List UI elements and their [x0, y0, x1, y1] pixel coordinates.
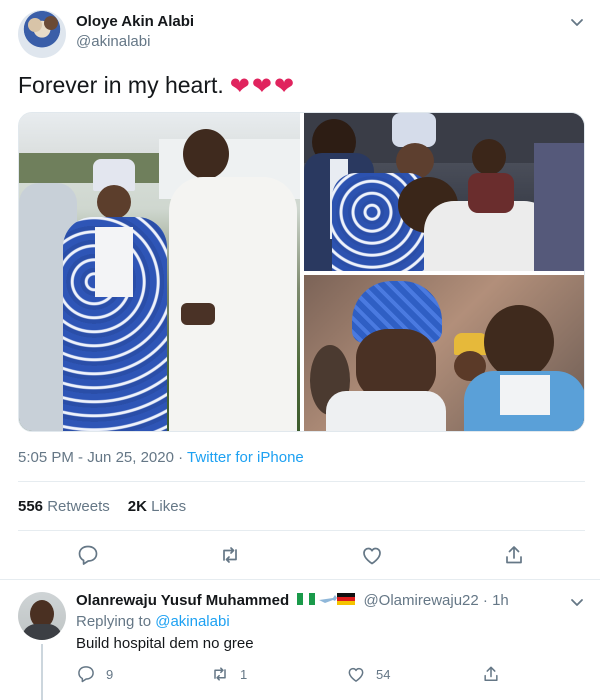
- retweets-label: Retweets: [47, 498, 110, 515]
- chevron-down-icon[interactable]: [567, 12, 587, 32]
- tweet-text-body: Forever in my heart.: [18, 72, 224, 98]
- tweet-actions: [0, 543, 600, 569]
- retweets-stat[interactable]: 556 Retweets: [18, 498, 110, 515]
- avatar-figure: [44, 16, 58, 30]
- reply-author-name[interactable]: Olanrewaju Yusuf Muhammed: [76, 592, 289, 609]
- reply-reply-action[interactable]: 9: [76, 664, 136, 684]
- avatar-figure: [28, 18, 42, 32]
- replying-mention[interactable]: @akinalabi: [155, 613, 229, 630]
- retweet-count: 1: [240, 667, 248, 682]
- reply-text: Build hospital dem no gree: [76, 635, 254, 652]
- tweet-source[interactable]: Twitter for iPhone: [187, 449, 304, 466]
- name-emoji: 🇳🇬✈🇩🇪: [297, 592, 356, 611]
- reply-author-handle[interactable]: @Olamirewaju22: [363, 592, 478, 609]
- tweet-text: Forever in my heart. ❤❤❤: [18, 72, 296, 101]
- reply-tweet[interactable]: Olanrewaju Yusuf Muhammed 🇳🇬✈🇩🇪 @Olamire…: [0, 580, 600, 700]
- thread-line: [41, 644, 43, 700]
- photo-top-right[interactable]: [304, 113, 584, 271]
- likes-label: Likes: [151, 498, 187, 515]
- tweet-date[interactable]: Jun 25, 2020: [87, 449, 174, 466]
- like-count: 54: [376, 667, 391, 682]
- author-avatar[interactable]: [18, 10, 66, 58]
- media-collage[interactable]: [18, 112, 585, 432]
- author-name[interactable]: Oloye Akin Alabi: [76, 13, 194, 30]
- retweet-icon[interactable]: [218, 543, 242, 567]
- author-handle[interactable]: @akinalabi: [76, 33, 150, 50]
- replying-to: Replying to @akinalabi: [76, 613, 230, 630]
- like-icon[interactable]: [360, 543, 384, 567]
- retweets-count: 556: [18, 498, 44, 515]
- reply-like-action[interactable]: 54: [346, 664, 406, 684]
- replying-prefix: Replying to: [76, 613, 152, 630]
- share-icon: [484, 666, 498, 681]
- reply-header: Olanrewaju Yusuf Muhammed 🇳🇬✈🇩🇪 @Olamire…: [76, 592, 509, 611]
- photo-bottom-right[interactable]: [304, 275, 584, 431]
- likes-count: 2K: [127, 498, 147, 515]
- reply-icon[interactable]: [76, 543, 100, 567]
- chevron-down-icon[interactable]: [567, 592, 587, 612]
- share-icon[interactable]: [502, 543, 526, 567]
- photo-left[interactable]: [19, 113, 300, 431]
- like-icon: [348, 667, 364, 682]
- flag-emoji-icons: [297, 593, 356, 605]
- reply-separator: ·: [482, 592, 488, 609]
- reply-count: 9: [106, 667, 114, 682]
- reply-icon: [78, 666, 94, 683]
- retweet-icon: [214, 667, 226, 681]
- likes-stat[interactable]: 2K Likes: [128, 498, 186, 515]
- tweet-time[interactable]: 5:05 PM: [18, 449, 74, 466]
- tweet-timestamp: 5:05 PM · - Jun 25, 2020 · Twitter for i…: [18, 449, 304, 466]
- reply-age[interactable]: 1h: [492, 592, 509, 609]
- tweet-stats: 556 Retweets 2K Likes: [18, 498, 186, 515]
- reply-retweet-action[interactable]: 1: [210, 664, 270, 684]
- divider: [18, 530, 585, 531]
- divider: [18, 481, 585, 482]
- reply-share-action[interactable]: [481, 664, 505, 684]
- reply-author-avatar[interactable]: [18, 592, 66, 640]
- heart-emoji: ❤❤❤: [229, 73, 297, 100]
